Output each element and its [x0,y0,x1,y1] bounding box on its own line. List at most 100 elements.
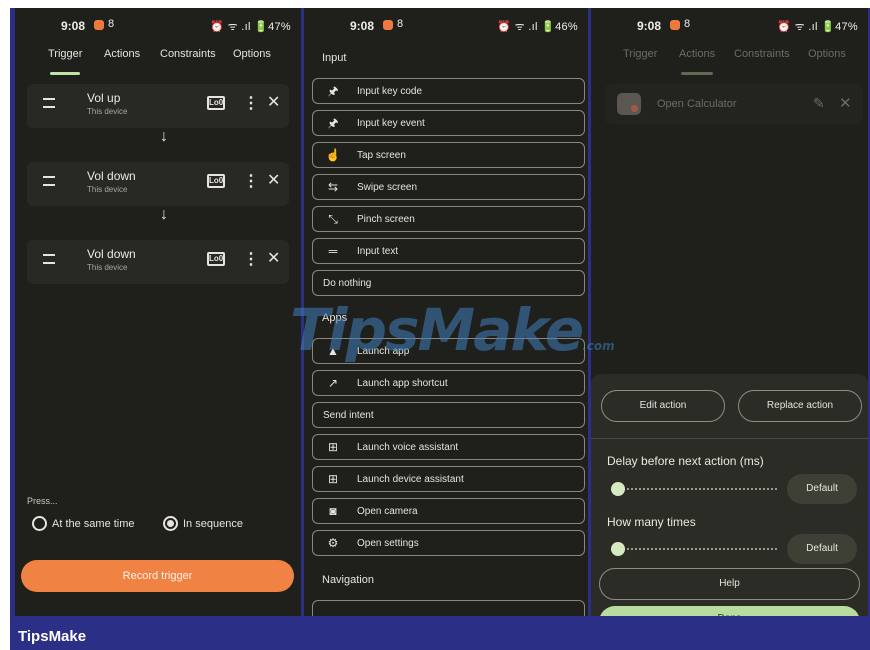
action-detail-screen: 9:08 8 ⏰ ᯤ .ıl 🔋47% Trigger Actions Cons… [591,8,868,616]
trigger-card[interactable]: Vol down This device Lo0 ⋮ ✕ [27,162,289,206]
action-input-key-event[interactable]: 🖈 Input key event [312,110,585,136]
close-icon[interactable]: ✕ [267,248,280,268]
action-do-nothing[interactable]: Do nothing [312,270,585,296]
close-icon[interactable]: ✕ [267,170,280,190]
notification-icon [94,20,104,30]
tab-indicator [681,72,713,75]
delay-default-button[interactable]: Default [787,474,857,504]
trigger-subtitle: This device [87,185,128,194]
replace-action-button[interactable]: Replace action [738,390,862,422]
tab-actions[interactable]: Actions [104,48,140,60]
edit-action-button[interactable]: Edit action [601,390,725,422]
arrow-down-icon: ↓ [160,206,168,223]
close-icon[interactable]: ✕ [267,92,280,112]
drag-handle-icon[interactable] [43,254,55,264]
action-label: Swipe screen [357,182,418,193]
help-button[interactable]: Help [599,568,860,600]
drag-handle-icon[interactable] [43,176,55,186]
action-launch-app-shortcut[interactable]: ↗ Launch app shortcut [312,370,585,396]
device-icon[interactable]: Lo0 [207,96,225,110]
action-pinch-screen[interactable]: ⤡ Pinch screen [312,206,585,232]
divider [591,438,868,439]
press-label: Press... [27,496,58,506]
radio-on-icon[interactable] [163,516,178,531]
action-label: Open settings [357,538,419,549]
action-swipe-screen[interactable]: ⇆ Swipe screen [312,174,585,200]
delay-slider[interactable] [611,482,777,496]
status-right-icons: ⏰ ᯤ .ıl 🔋47% [210,21,291,33]
trigger-title: Vol down [87,169,136,183]
notification-count: 8 [684,18,691,30]
action-name: Open Calculator [657,98,737,110]
status-bar: 9:08 8 ⏰ ᯤ .ıl 🔋47% [591,8,868,42]
action-label: Launch app [357,346,410,357]
radio-off-icon[interactable] [32,516,47,531]
edit-pencil-icon[interactable]: ✎ [813,95,825,112]
tab-options[interactable]: Options [808,48,846,60]
radio-label: In sequence [183,518,243,530]
device-icon[interactable]: Lo0 [207,252,225,266]
section-navigation: Navigation [322,574,374,586]
status-right-icons: ⏰ ᯤ .ıl 🔋46% [497,21,578,33]
tab-actions[interactable]: Actions [679,48,715,60]
slider-knob[interactable] [611,482,625,496]
drag-handle-icon[interactable] [43,98,55,108]
notification-icon [670,20,680,30]
notification-icon [383,20,393,30]
delay-label: Delay before next action (ms) [607,454,764,468]
pin-icon: 🖈 [327,116,339,130]
calculator-app-icon [617,93,641,115]
status-time: 9:08 [637,19,662,33]
status-right-icons: ⏰ ᯤ .ıl 🔋47% [777,21,858,33]
pin-icon: 🖈 [327,84,339,98]
more-options-icon[interactable]: ⋮ [243,171,259,191]
settings-icon: ⚙ [327,536,339,550]
tab-trigger[interactable]: Trigger [48,48,82,60]
action-label: Launch voice assistant [357,442,459,453]
action-input-text[interactable]: ═ Input text [312,238,585,264]
slider-track [611,488,777,490]
tab-options[interactable]: Options [233,48,271,60]
done-button[interactable]: Done [599,606,860,616]
section-apps: Apps [322,312,348,324]
action-send-intent[interactable]: Send intent [312,402,585,428]
action-launch-voice-assistant[interactable]: ⊞ Launch voice assistant [312,434,585,460]
action-label: Do nothing [323,278,372,289]
close-icon[interactable]: ✕ [839,94,852,112]
status-time: 9:08 [61,19,86,33]
times-slider[interactable] [611,542,777,556]
more-options-icon[interactable]: ⋮ [243,93,259,113]
more-options-icon[interactable]: ⋮ [243,249,259,269]
action-list-screen: 9:08 8 ⏰ ᯤ .ıl 🔋46% Input 🖈 Input key co… [304,8,588,616]
action-label: Tap screen [357,150,406,161]
tab-constraints[interactable]: Constraints [734,48,790,60]
action-list-item-partial[interactable] [312,600,585,616]
tab-constraints[interactable]: Constraints [160,48,216,60]
status-bar: 9:08 8 ⏰ ᯤ .ıl 🔋46% [304,8,588,42]
action-launch-app[interactable]: ▲ Launch app [312,338,585,364]
action-label: Send intent [323,410,374,421]
trigger-card[interactable]: Vol up This device Lo0 ⋮ ✕ [27,84,289,128]
action-label: Input key event [357,118,425,129]
action-open-camera[interactable]: ◙ Open camera [312,498,585,524]
action-label: Input key code [357,86,423,97]
action-label: Input text [357,246,399,257]
action-tap-screen[interactable]: ☝ Tap screen [312,142,585,168]
tab-trigger[interactable]: Trigger [623,48,657,60]
record-trigger-button[interactable]: Record trigger [21,560,294,592]
device-icon[interactable]: Lo0 [207,174,225,188]
notification-count: 8 [397,18,404,30]
action-row[interactable]: Open Calculator ✎ ✕ [605,84,863,124]
times-default-button[interactable]: Default [787,534,857,564]
footer-bar [10,616,870,650]
action-open-settings[interactable]: ⚙ Open settings [312,530,585,556]
trigger-card[interactable]: Vol down This device Lo0 ⋮ ✕ [27,240,289,284]
action-launch-device-assistant[interactable]: ⊞ Launch device assistant [312,466,585,492]
android-icon: ▲ [327,344,339,358]
trigger-subtitle: This device [87,107,128,116]
trigger-screen: 9:08 8 ⏰ ᯤ .ıl 🔋47% Trigger Actions Cons… [15,8,301,616]
action-input-key-code[interactable]: 🖈 Input key code [312,78,585,104]
arrow-down-icon: ↓ [160,128,168,145]
slider-knob[interactable] [611,542,625,556]
section-input: Input [322,52,347,64]
